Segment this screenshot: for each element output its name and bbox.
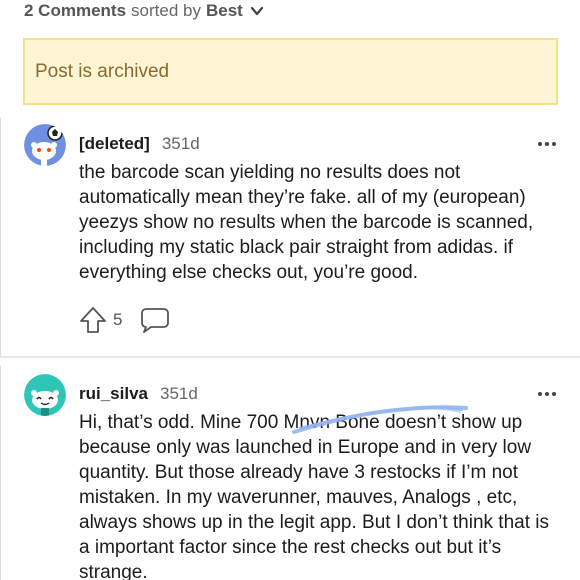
sort-selector[interactable]: Best <box>206 1 243 21</box>
username[interactable]: [deleted] <box>79 134 150 154</box>
upvote-count: 5 <box>113 310 123 329</box>
avatar[interactable] <box>24 374 66 416</box>
chevron-down-icon[interactable] <box>249 3 265 19</box>
comment: [deleted] 351d the barcode scan yielding… <box>24 124 558 344</box>
username[interactable]: rui_silva <box>79 384 148 404</box>
comment-meta: rui_silva 351d <box>79 384 198 404</box>
comments-header: 2 Comments sorted by Best <box>24 0 265 22</box>
comment-actions: 5 <box>79 306 170 334</box>
archived-notice-text: Post is archived <box>35 60 170 82</box>
comment-meta: [deleted] 351d <box>79 134 200 154</box>
sorted-by-label: sorted by <box>131 1 201 20</box>
comment: rui_silva 351d Hi, that’s odd. Mine 700 … <box>24 374 558 580</box>
comment-count: 2 Comments <box>24 1 127 20</box>
comment-age: 351d <box>160 384 198 403</box>
upvote-arrow-icon[interactable] <box>79 306 107 334</box>
comment-divider <box>0 356 580 358</box>
more-options-icon[interactable] <box>538 392 556 398</box>
comment-body: Hi, that’s odd. Mine 700 Mnvn Bone doesn… <box>79 412 549 580</box>
thread-rail <box>0 366 1 580</box>
reply-bubble-icon[interactable] <box>140 306 170 334</box>
archived-notice: Post is archived <box>23 38 558 105</box>
comment-body: the barcode scan yielding no results doe… <box>79 162 534 283</box>
comment-age: 351d <box>161 134 200 153</box>
avatar[interactable] <box>24 124 66 166</box>
more-options-icon[interactable] <box>538 142 556 148</box>
thread-rail <box>0 118 1 356</box>
